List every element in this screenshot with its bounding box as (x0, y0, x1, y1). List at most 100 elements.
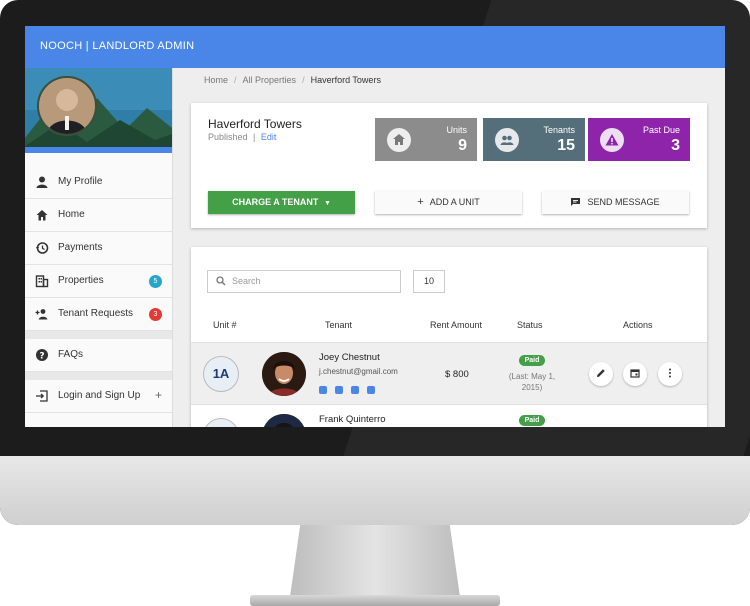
breadcrumb-home[interactable]: Home (204, 75, 228, 85)
calendar-icon (630, 369, 640, 378)
units-table-card: Search 10 Unit # Tenant Rent Amount Stat… (191, 247, 707, 427)
last-payment-date: (Last: May 1, 2015) (508, 372, 556, 392)
bank-icon (367, 386, 375, 394)
main-content: Home / All Properties / Haverford Towers Hav… (173, 68, 725, 427)
charge-tenant-button[interactable]: CHARGE A TENANT ▼ (208, 191, 355, 214)
sidebar-item-label: Login and Sign Up (58, 390, 141, 401)
property-status-line: Published | Edit (208, 132, 276, 142)
email-icon[interactable] (335, 386, 343, 394)
header-actions: Actions (623, 320, 653, 330)
sidebar-item-label: Home (58, 209, 85, 220)
home-icon (387, 128, 411, 152)
breadcrumb-all-properties[interactable]: All Properties (243, 75, 297, 85)
sidebar-item-label: Properties (58, 275, 104, 286)
expand-plus-icon[interactable]: + (155, 388, 162, 402)
sidebar-nav: My Profile Home Payments Properties 5 Te… (25, 166, 172, 413)
send-message-button[interactable]: SEND MESSAGE (542, 191, 689, 214)
breadcrumb: Home / All Properties / Haverford Towers (204, 75, 381, 85)
rent-amount: $ 800 (445, 369, 469, 380)
past-due-count: 3 (671, 137, 680, 154)
monitor-chin (0, 456, 750, 525)
sidebar-item-label: FAQs (58, 349, 84, 360)
add-unit-button[interactable]: + ADD A UNIT (375, 191, 522, 214)
login-icon (36, 390, 48, 402)
tenants-stat-card[interactable]: Tenants 15 (483, 118, 585, 161)
message-icon (571, 198, 581, 206)
app-screen: NOOCH | LANDLORD ADMIN My Profile Home P… (25, 26, 725, 427)
past-due-stat-card[interactable]: Past Due 3 (588, 118, 690, 161)
phone-icon[interactable] (351, 386, 359, 394)
monitor-stand (290, 525, 460, 597)
tenant-requests-count-badge: 3 (149, 308, 162, 321)
tenant-email[interactable]: j.chestnut@gmail.com (319, 367, 398, 376)
sidebar-item-faqs[interactable]: ? FAQs (25, 339, 172, 372)
table-row[interactable]: 1A Joey Chestnut j.chestnut@gmail.com $ … (191, 342, 707, 405)
breadcrumb-separator: / (302, 75, 305, 85)
charge-tenant-label: CHARGE A TENANT (232, 197, 319, 207)
header-unit[interactable]: Unit # (213, 320, 237, 330)
header-rent-amount[interactable]: Rent Amount (430, 320, 482, 330)
header-status[interactable]: Status (517, 320, 543, 330)
sidebar-item-login-signup[interactable]: Login and Sign Up + (25, 380, 172, 413)
breadcrumb-current: Haverford Towers (310, 75, 381, 85)
tenant-name[interactable]: Joey Chestnut (319, 352, 380, 363)
verified-shield-icon (319, 386, 327, 394)
calendar-button[interactable] (623, 362, 647, 386)
history-icon (35, 242, 49, 254)
properties-count-badge: 5 (149, 275, 162, 288)
property-status: Published (208, 132, 248, 142)
sidebar-item-my-profile[interactable]: My Profile (25, 166, 172, 199)
app-title: NOOCH | LANDLORD ADMIN (40, 40, 195, 52)
help-icon: ? (36, 349, 48, 361)
table-row[interactable]: Frank Quinterro Paid (191, 404, 707, 427)
search-icon (216, 276, 226, 286)
plus-icon: + (417, 196, 424, 208)
sidebar-item-payments[interactable]: Payments (25, 232, 172, 265)
send-message-label: SEND MESSAGE (587, 197, 660, 207)
sidebar-item-home[interactable]: Home (25, 199, 172, 232)
profile-avatar[interactable] (37, 76, 97, 136)
more-options-button[interactable] (658, 362, 682, 386)
home-icon (36, 210, 48, 221)
sidebar-item-tenant-requests[interactable]: Tenant Requests 3 (25, 298, 172, 331)
rows-per-page-select[interactable]: 10 (413, 270, 445, 293)
tenants-count: 15 (557, 137, 575, 154)
monitor-frame: NOOCH | LANDLORD ADMIN My Profile Home P… (0, 0, 750, 525)
group-icon (495, 128, 519, 152)
property-card: Haverford Towers Published | Edit Units … (191, 103, 707, 228)
tenants-label: Tenants (543, 125, 575, 135)
sidebar: My Profile Home Payments Properties 5 Te… (25, 68, 173, 427)
header-tenant[interactable]: Tenant (325, 320, 352, 330)
tenant-contact-icons (319, 381, 383, 399)
sidebar-divider (25, 331, 172, 339)
sidebar-item-label: Tenant Requests (58, 308, 134, 319)
status-badge: Paid (519, 415, 545, 426)
svg-text:?: ? (39, 351, 44, 361)
edit-link[interactable]: Edit (261, 132, 277, 142)
more-vert-icon (669, 368, 671, 378)
search-placeholder: Search (232, 276, 261, 286)
status-badge: Paid (519, 355, 545, 366)
sidebar-item-label: Payments (58, 242, 103, 253)
status-divider: | (253, 132, 256, 142)
building-icon (35, 275, 49, 288)
pencil-icon (597, 369, 605, 377)
breadcrumb-separator: / (234, 75, 237, 85)
search-input[interactable]: Search (207, 270, 401, 293)
tenant-avatar[interactable] (262, 414, 306, 427)
warning-icon (600, 128, 624, 152)
tenant-name[interactable]: Frank Quinterro (319, 414, 386, 425)
group-add-icon (35, 309, 48, 320)
unit-number: 1A (203, 356, 239, 392)
monitor-base (250, 595, 500, 606)
units-stat-card[interactable]: Units 9 (375, 118, 477, 161)
past-due-label: Past Due (642, 125, 680, 135)
add-unit-label: ADD A UNIT (429, 197, 480, 207)
person-icon (36, 176, 48, 188)
tenant-avatar[interactable] (262, 352, 306, 396)
units-label: Units (446, 125, 467, 135)
sidebar-item-label: My Profile (58, 176, 103, 187)
edit-button[interactable] (589, 362, 613, 386)
profile-banner (25, 68, 172, 153)
sidebar-item-properties[interactable]: Properties 5 (25, 265, 172, 298)
